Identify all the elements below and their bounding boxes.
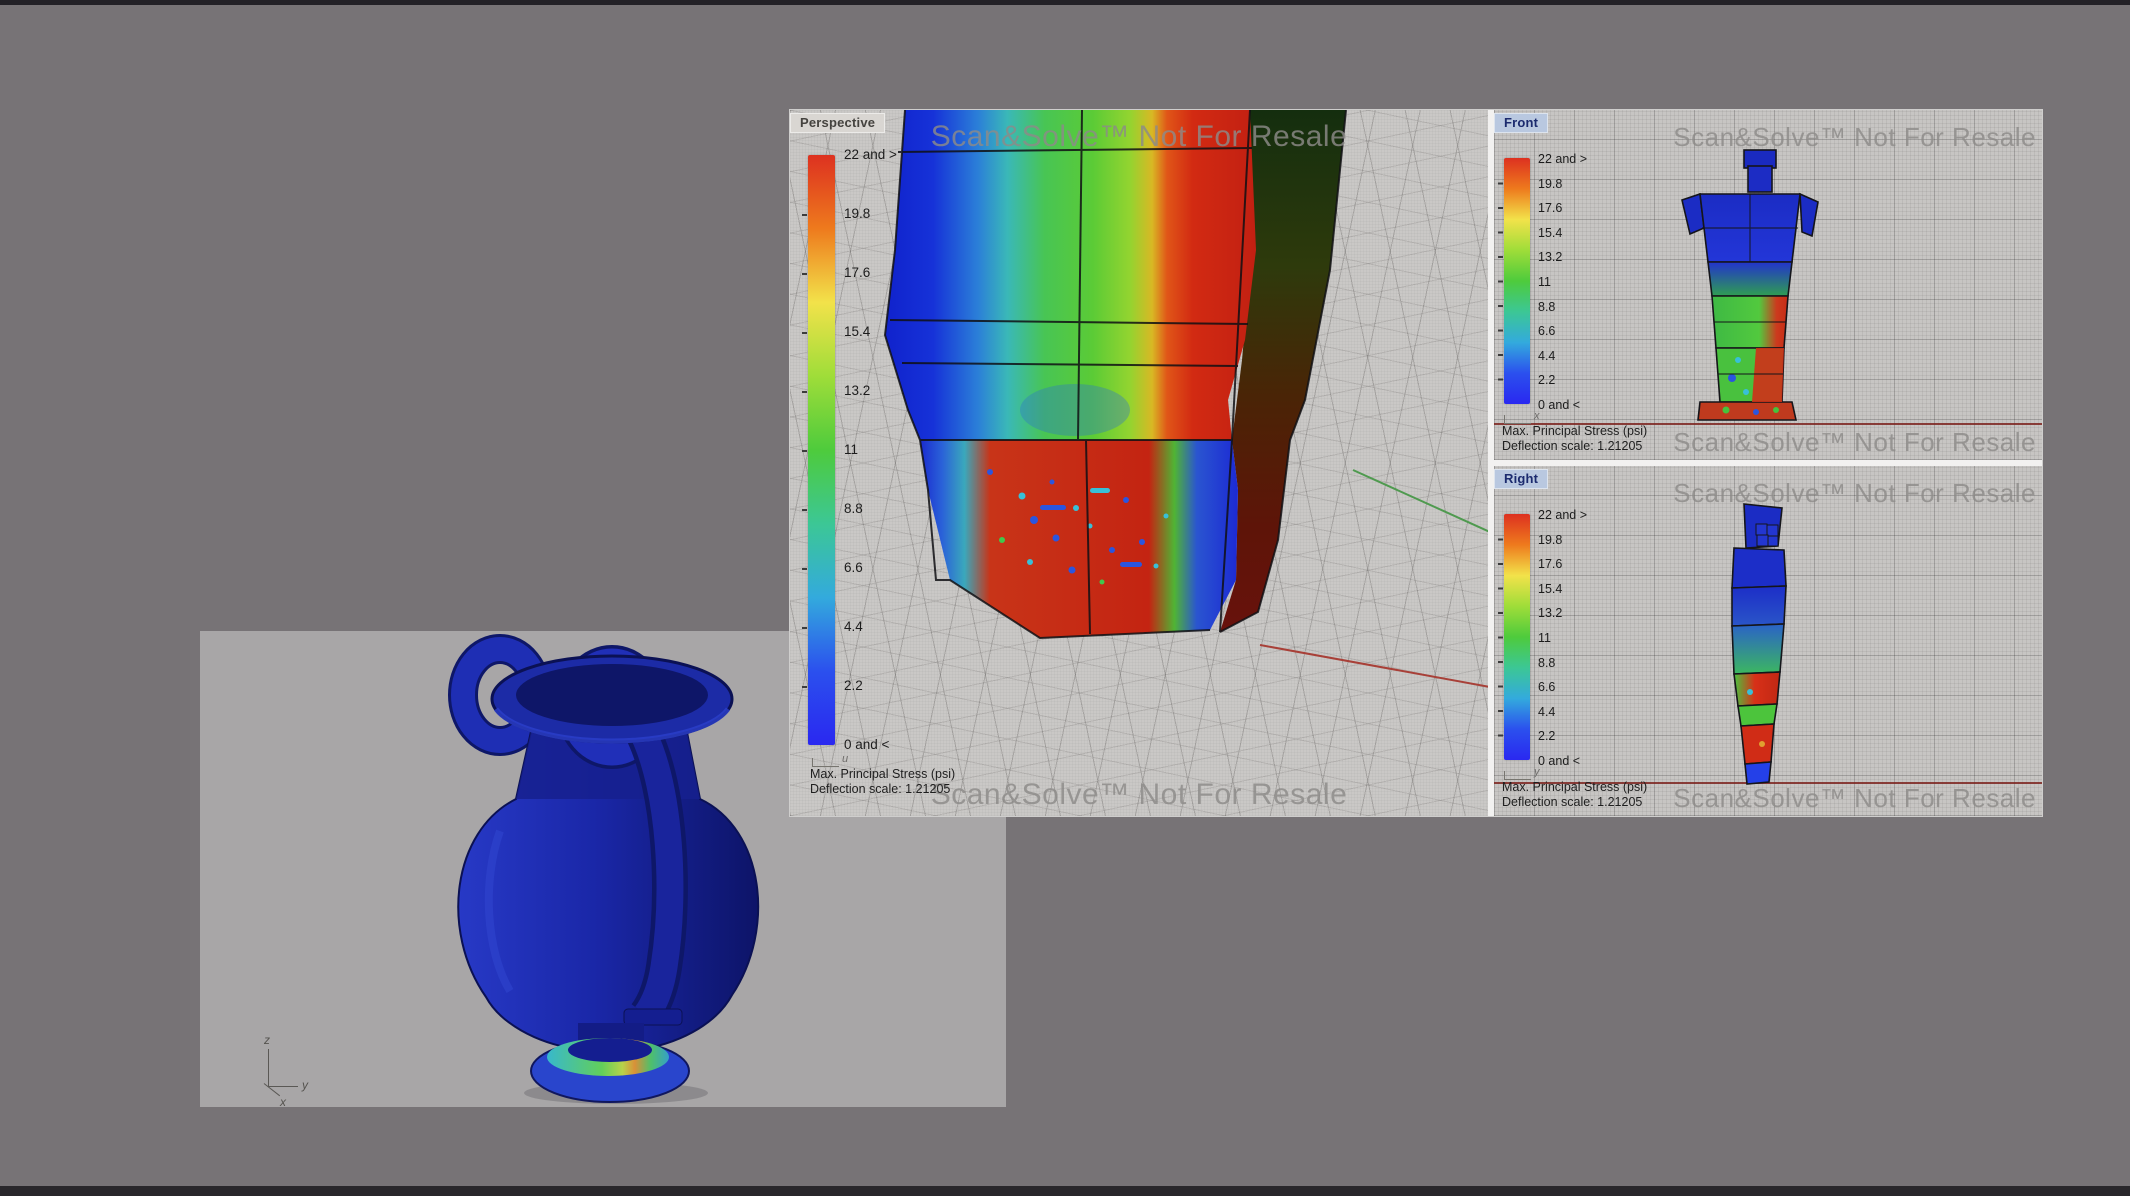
watermark: Scan&Solve™ Not For Resale <box>1673 122 2036 153</box>
screen-bottom-bar <box>0 1186 2130 1196</box>
scan-and-solve-window: Perspective Scan&Solve™ Not For Resale S… <box>790 110 2042 816</box>
caption-deflection-scale: Deflection scale: 1.21205 <box>1502 795 1647 810</box>
legend-label: 4.4 <box>1538 705 1587 720</box>
legend-label: 2.2 <box>844 679 897 693</box>
legend-label: 17.6 <box>1538 557 1587 572</box>
stress-legend: 22 and > 19.8 17.6 15.4 13.2 11 8.8 6.6 4.4 2.2 0 … <box>808 148 958 752</box>
legend-color-bar <box>1504 514 1530 760</box>
caption-stress-type: Max. Principal Stress (psi) <box>810 767 955 782</box>
legend-label: 22 and > <box>844 148 897 162</box>
legend-label: 17.6 <box>1538 201 1587 216</box>
viewport-right[interactable]: Right Scan&Solve™ Not For Resale Scan&So… <box>1494 466 2042 816</box>
legend-label: 6.6 <box>1538 680 1587 695</box>
caption-deflection-scale: Deflection scale: 1.21205 <box>810 782 955 797</box>
viewport-front[interactable]: Front Scan&Solve™ Not For Resale Scan&So… <box>1494 110 2042 460</box>
viewport-caption: y Max. Principal Stress (psi) Deflection… <box>1502 780 1647 810</box>
viewport-title-perspective[interactable]: Perspective <box>790 113 885 133</box>
stress-legend: 22 and > 19.8 17.6 15.4 13.2 11 8.8 6.6 4.4 2.2 0 … <box>1504 508 1644 769</box>
legend-tick-labels: 22 and > 19.8 17.6 15.4 13.2 11 8.8 6.6 4.4 2.2 0 … <box>1538 508 1587 769</box>
legend-label: 13.2 <box>844 384 897 398</box>
legend-label: 13.2 <box>1538 606 1587 621</box>
viewport-caption: u Max. Principal Stress (psi) Deflection… <box>810 767 955 797</box>
screen-top-bar <box>0 0 2130 5</box>
legend-label: 6.6 <box>844 561 897 575</box>
watermark: Scan&Solve™ Not For Resale <box>1673 783 2036 814</box>
legend-label: 15.4 <box>1538 582 1587 597</box>
legend-label: 4.4 <box>844 620 897 634</box>
world-axes-triad: z y x <box>256 1041 316 1103</box>
stress-legend: 22 and > 19.8 17.6 15.4 13.2 11 8.8 6.6 4.4 2.2 0 … <box>1504 152 1644 413</box>
legend-color-bar <box>808 155 835 745</box>
legend-label: 4.4 <box>1538 349 1587 364</box>
viewport-title-right[interactable]: Right <box>1494 469 1548 489</box>
axis-y-line <box>268 1086 298 1087</box>
caption-stress-type: Max. Principal Stress (psi) <box>1502 780 1647 795</box>
desktop-background: { "watermark": { "text": "Scan&Solve™ No… <box>0 0 2130 1196</box>
legend-label: 0 and < <box>1538 754 1587 769</box>
legend-label: 19.8 <box>1538 177 1587 192</box>
legend-color-bar <box>1504 158 1530 404</box>
viewport-caption: x Max. Principal Stress (psi) Deflection… <box>1502 424 1647 454</box>
legend-label: 15.4 <box>1538 226 1587 241</box>
legend-label: 15.4 <box>844 325 897 339</box>
legend-label: 11 <box>844 443 897 457</box>
axis-icon-u: u <box>812 752 848 764</box>
legend-label: 22 and > <box>1538 508 1587 523</box>
caption-deflection-scale: Deflection scale: 1.21205 <box>1502 439 1647 454</box>
watermark: Scan&Solve™ Not For Resale <box>1673 427 2036 458</box>
legend-label: 8.8 <box>844 502 897 516</box>
legend-label: 8.8 <box>1538 656 1587 671</box>
legend-label: 19.8 <box>1538 533 1587 548</box>
watermark: Scan&Solve™ Not For Resale <box>1673 478 2036 509</box>
legend-label: 11 <box>1538 631 1587 646</box>
legend-label: 22 and > <box>1538 152 1587 167</box>
watermark: Scan&Solve™ Not For Resale <box>931 778 1348 812</box>
legend-label: 2.2 <box>1538 373 1587 388</box>
viewport-title-front[interactable]: Front <box>1494 113 1548 133</box>
legend-label: 6.6 <box>1538 324 1587 339</box>
axis-z-label: z <box>264 1033 270 1047</box>
legend-label: 19.8 <box>844 207 897 221</box>
legend-tick-labels: 22 and > 19.8 17.6 15.4 13.2 11 8.8 6.6 4.4 2.2 0 … <box>1538 152 1587 413</box>
legend-label: 0 and < <box>844 738 897 752</box>
legend-label: 13.2 <box>1538 250 1587 265</box>
legend-label: 2.2 <box>1538 729 1587 744</box>
legend-label: 0 and < <box>1538 398 1587 413</box>
legend-label: 8.8 <box>1538 300 1587 315</box>
legend-label: 17.6 <box>844 266 897 280</box>
axis-y-label: y <box>302 1078 308 1092</box>
legend-label: 11 <box>1538 275 1587 290</box>
axis-z-line <box>268 1049 269 1087</box>
legend-tick-labels: 22 and > 19.8 17.6 15.4 13.2 11 8.8 6.6 4.4 2.2 0 … <box>844 148 897 752</box>
axis-x-label: x <box>280 1095 286 1109</box>
viewport-perspective[interactable]: Perspective Scan&Solve™ Not For Resale S… <box>790 110 1488 816</box>
caption-stress-type: Max. Principal Stress (psi) <box>1502 424 1647 439</box>
watermark: Scan&Solve™ Not For Resale <box>931 120 1348 154</box>
